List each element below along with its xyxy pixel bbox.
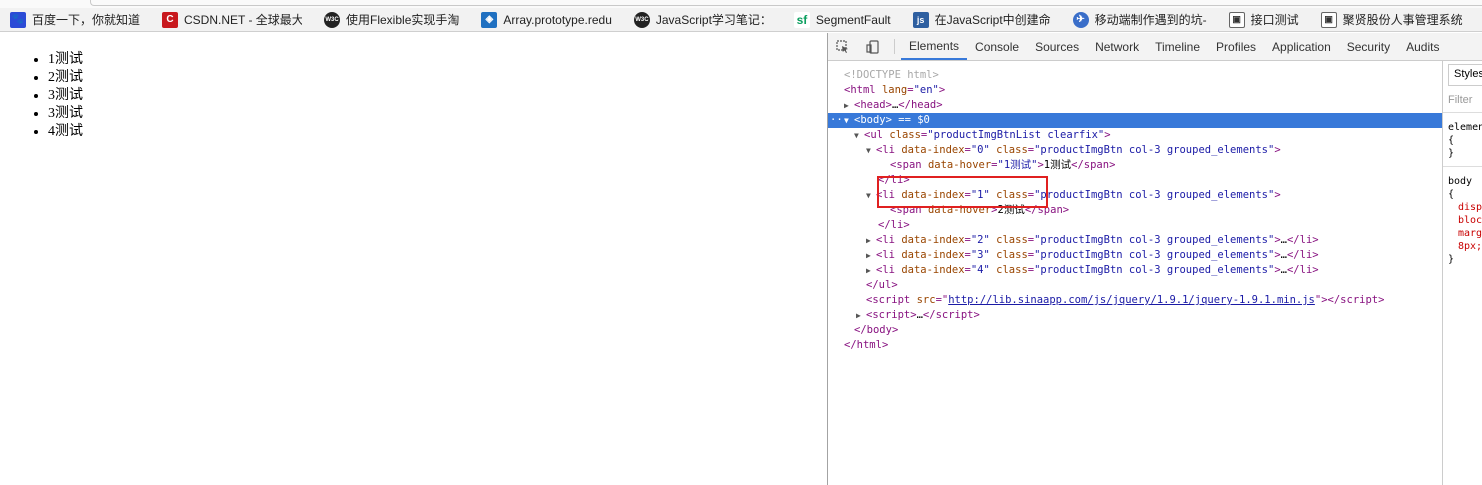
bookmark-js-notes[interactable]: W3C JavaScript学习笔记： [624,8,772,31]
tab-security[interactable]: Security [1339,33,1398,60]
bookmark-csdn[interactable]: C CSDN.NET - 全球最大 [152,8,302,31]
dom-node-script[interactable]: ▶ <script>…</script> [828,308,1442,323]
bookmark-mobile-pitfalls[interactable]: ✈ 移动端制作遇到的坑- [1063,8,1207,31]
address-bar-edge [90,0,1482,6]
collapse-triangle-icon[interactable]: ▼ [854,128,864,143]
device-toolbar-icon[interactable] [858,33,888,60]
inspect-element-icon[interactable] [828,33,858,60]
tab-audits[interactable]: Audits [1398,33,1447,60]
mdn-icon: ◈ [481,11,498,28]
expand-triangle-icon[interactable]: ▶ [866,248,876,263]
w3c-icon: W3C [324,11,341,28]
product-list: 1测试 2测试 3测试 3测试 4测试 [0,51,827,141]
collapse-triangle-icon[interactable]: ▼ [866,188,876,203]
body-style-rule[interactable]: body { display: block; margin: 8px; } [1448,175,1482,266]
list-item[interactable]: 4测试 [48,123,827,141]
dom-node-li-4[interactable]: ▶ <li data-index="4" class="productImgBtn… [828,263,1442,278]
bookmark-baidu[interactable]: 🐾 百度一下，你就知道 [0,8,140,31]
collapse-triangle-icon[interactable]: ▼ [866,143,876,158]
styles-sidebar: Styles Filter element.style { } body { d… [1442,61,1482,485]
bookmark-hr-system[interactable]: ▣ 聚贤股份人事管理系统 [1311,8,1463,31]
dom-node-html[interactable]: <html lang="en"> [828,83,1442,98]
tab-sources[interactable]: Sources [1027,33,1087,60]
dom-node-script-jquery[interactable]: <script src="http://lib.sinaapp.com/js/j… [828,293,1442,308]
bookmark-api-test[interactable]: ▣ 接口测试 [1219,8,1299,31]
tab-timeline[interactable]: Timeline [1147,33,1208,60]
tab-console[interactable]: Console [967,33,1027,60]
styles-divider [1443,166,1482,167]
devtools-panel: Elements Console Sources Network Timelin… [827,33,1482,485]
dom-node-li-2[interactable]: ▶ <li data-index="2" class="productImgBtn… [828,233,1442,248]
tab-separator [894,39,895,54]
styles-divider [1443,112,1482,113]
dom-node-ul[interactable]: ▼ <ul class="productImgBtnList clearfix"> [828,128,1442,143]
expand-triangle-icon[interactable]: ▶ [866,263,876,278]
devtools-tabbar: Elements Console Sources Network Timelin… [828,33,1482,61]
w3c-icon: W3C [633,11,650,28]
segmentfault-icon: sf [793,11,810,28]
dom-node-html-close[interactable]: </html> [828,338,1442,353]
bookmarks-bar: 🐾 百度一下，你就知道 C CSDN.NET - 全球最大 W3C 使用Flexibl… [0,8,1482,32]
js-icon: js [912,11,929,28]
dom-tree: <!DOCTYPE html> <html lang="en"> ▶ <head>… [828,61,1442,485]
expand-triangle-icon[interactable]: ▶ [866,233,876,248]
dom-node-doctype[interactable]: <!DOCTYPE html> [828,68,1442,83]
dom-node-head[interactable]: ▶ <head>…</head> [828,98,1442,113]
tab-network[interactable]: Network [1087,33,1147,60]
bookmark-segmentfault[interactable]: sf SegmentFault [784,8,891,31]
dom-node-li-3[interactable]: ▶ <li data-index="3" class="productImgBtn… [828,248,1442,263]
dom-node-li-1-close[interactable]: </li> [828,218,1442,233]
list-item[interactable]: 3测试 [48,105,827,123]
page-viewport: 1测试 2测试 3测试 3测试 4测试 [0,33,827,485]
dom-node-ul-close[interactable]: </ul> [828,278,1442,293]
dom-node-body-selected[interactable]: ··· ▼ <body> == $0 [828,113,1442,128]
dom-node-li-0[interactable]: ▼ <li data-index="0" class="productImgBtn… [828,143,1442,158]
bookmark-js-namespace[interactable]: js 在JavaScript中创建命 [903,8,1051,31]
styles-tab[interactable]: Styles [1448,64,1482,86]
list-item[interactable]: 1测试 [48,51,827,69]
image-icon: ▣ [1320,11,1337,28]
tab-profiles[interactable]: Profiles [1208,33,1264,60]
bookmark-flexible[interactable]: W3C 使用Flexible实现手淘 [314,8,459,31]
expand-triangle-icon[interactable]: ▶ [856,308,866,323]
expand-triangle-icon[interactable]: ▶ [844,98,854,113]
bird-icon: ✈ [1072,11,1089,28]
script-src-link[interactable]: http://lib.sinaapp.com/js/jquery/1.9.1/j… [948,294,1315,306]
list-item[interactable]: 3测试 [48,87,827,105]
dom-node-body-close[interactable]: </body> [828,323,1442,338]
list-item[interactable]: 2测试 [48,69,827,87]
tab-elements[interactable]: Elements [901,33,968,60]
csdn-icon: C [162,11,179,28]
baidu-icon: 🐾 [10,11,26,28]
tab-application[interactable]: Application [1264,33,1339,60]
window-top-strip [0,0,1482,8]
styles-filter-input[interactable]: Filter [1448,94,1482,106]
bookmark-array-reduce[interactable]: ◈ Array.prototype.redu [471,8,612,31]
dom-node-span-0[interactable]: <span data-hover="1测试">1测试</span> [828,158,1442,173]
element-style-rule[interactable]: element.style { } [1448,121,1482,160]
image-icon: ▣ [1228,11,1245,28]
red-highlight-annotation [877,176,1048,208]
